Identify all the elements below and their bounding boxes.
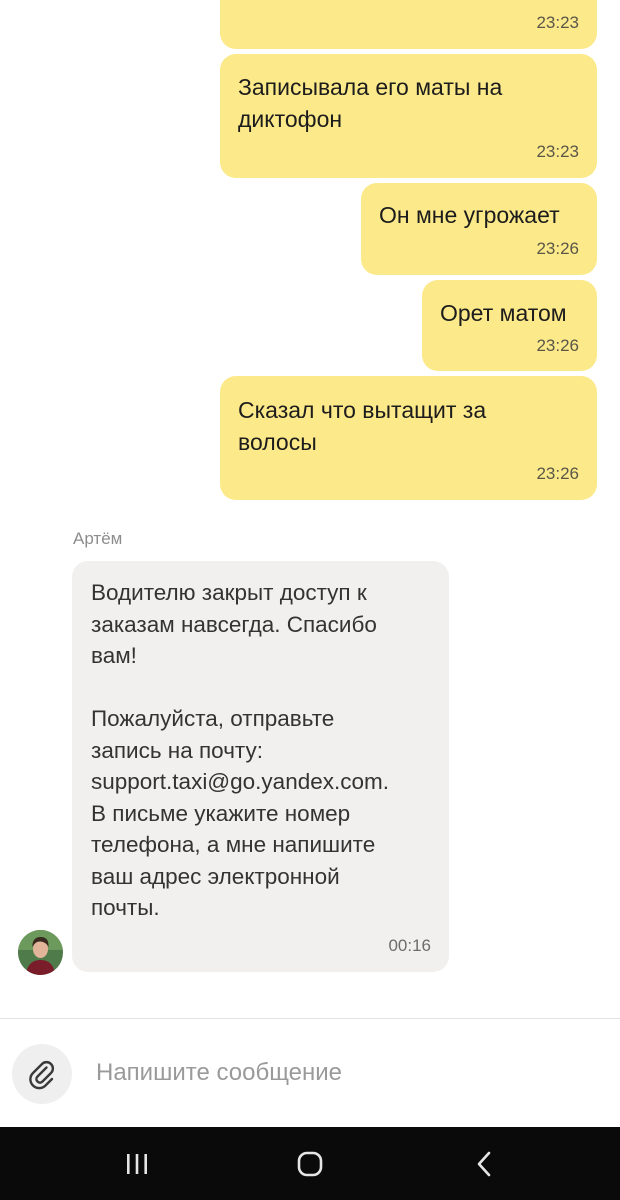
system-navigation-bar — [0, 1127, 620, 1200]
message-composer — [0, 1018, 620, 1127]
outgoing-message[interactable]: Он мне угрожает 23:26 — [361, 183, 597, 275]
avatar-image — [18, 930, 63, 975]
outgoing-message[interactable]: Орет матом 23:26 — [422, 280, 597, 371]
message-text: Сказал что вытащит за волосы — [238, 397, 487, 455]
message-text: Орет матом — [440, 300, 567, 326]
back-icon — [477, 1151, 491, 1177]
back-button[interactable] — [457, 1145, 513, 1183]
message-time: 23:23 — [536, 142, 579, 161]
avatar[interactable] — [18, 930, 63, 975]
home-icon — [297, 1151, 323, 1177]
recent-apps-button[interactable] — [109, 1145, 165, 1183]
message-text: Записывала его маты на диктофон — [238, 74, 503, 132]
outgoing-message[interactable]: Сказал что вытащит за волосы 23:26 — [220, 376, 597, 500]
message-time: 00:16 — [388, 936, 431, 955]
message-input[interactable] — [96, 1053, 596, 1093]
recent-apps-icon — [127, 1154, 147, 1174]
paperclip-icon — [29, 1060, 55, 1090]
message-time: 23:23 — [536, 13, 579, 32]
message-time: 23:26 — [536, 336, 579, 355]
home-button[interactable] — [282, 1145, 338, 1183]
message-time: 23:26 — [536, 464, 579, 483]
message-text: Он мне угрожает — [379, 202, 560, 228]
attach-button[interactable] — [12, 1044, 72, 1104]
chat-area[interactable]: 23:23 Записывала его маты на диктофон 23… — [0, 0, 620, 1018]
outgoing-message[interactable]: 23:23 — [220, 0, 597, 49]
outgoing-message[interactable]: Записывала его маты на диктофон 23:23 — [220, 54, 597, 178]
sender-name: Артём — [73, 529, 123, 548]
incoming-message[interactable]: Водителю закрыт доступ к заказам навсегд… — [72, 561, 449, 972]
message-time: 23:26 — [536, 239, 579, 258]
message-text: Водителю закрыт доступ к заказам навсегд… — [91, 580, 389, 920]
